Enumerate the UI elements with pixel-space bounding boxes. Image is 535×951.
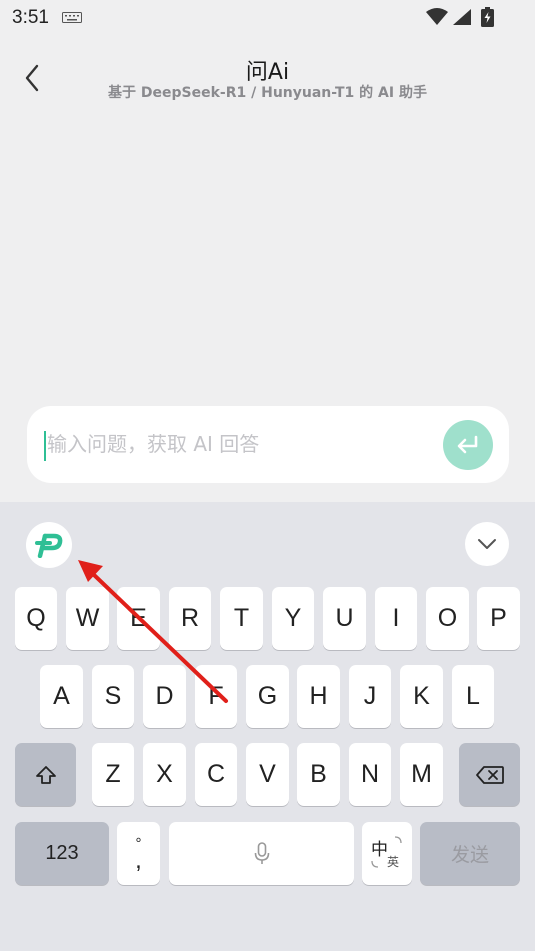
key-x[interactable]: X [143, 743, 186, 806]
keyboard-status-icon [62, 12, 82, 23]
ime-logo-icon [35, 533, 63, 558]
key-e[interactable]: E [117, 587, 160, 650]
chat-area [0, 110, 535, 390]
key-r[interactable]: R [169, 587, 211, 650]
key-u[interactable]: U [323, 587, 366, 650]
punct-bottom: , [135, 846, 142, 874]
page-subtitle: 基于 DeepSeek-R1 / Hunyuan-T1 的 AI 助手 [108, 85, 427, 101]
key-g[interactable]: G [246, 665, 289, 728]
key-i[interactable]: I [375, 587, 417, 650]
ime-logo-button[interactable] [26, 522, 72, 568]
keyboard-send-key[interactable]: 发送 [420, 822, 520, 885]
key-n[interactable]: N [349, 743, 391, 806]
shift-icon [35, 765, 56, 784]
chevron-down-icon [478, 539, 496, 549]
microphone-icon [254, 841, 269, 864]
key-p[interactable]: P [477, 587, 520, 650]
key-q[interactable]: Q [15, 587, 57, 650]
key-w[interactable]: W [66, 587, 109, 650]
numbers-key[interactable]: 123 [15, 822, 109, 885]
status-bar: 3:51 [0, 0, 535, 36]
key-y[interactable]: Y [272, 587, 314, 650]
question-input-box [27, 406, 509, 483]
battery-charging-icon [481, 7, 494, 27]
key-c[interactable]: C [195, 743, 237, 806]
key-l[interactable]: L [452, 665, 494, 728]
key-t[interactable]: T [220, 587, 263, 650]
punctuation-key[interactable]: ° , [117, 822, 160, 885]
signal-icon [453, 9, 471, 25]
question-input[interactable] [47, 424, 427, 464]
text-caret [44, 431, 46, 461]
key-a[interactable]: A [40, 665, 83, 728]
key-v[interactable]: V [246, 743, 289, 806]
send-button[interactable] [443, 420, 493, 470]
key-d[interactable]: D [143, 665, 186, 728]
soft-keyboard: Q W E R T Y U I O P A S D F G H J K L Z … [0, 502, 535, 951]
space-key[interactable] [169, 822, 354, 885]
language-switch-key[interactable]: 中 英 [362, 822, 412, 885]
backspace-key[interactable] [459, 743, 520, 806]
key-b[interactable]: B [297, 743, 340, 806]
key-z[interactable]: Z [92, 743, 134, 806]
keyboard-collapse-button[interactable] [465, 522, 509, 566]
key-j[interactable]: J [349, 665, 391, 728]
switch-arrows-icon [371, 836, 402, 868]
key-k[interactable]: K [400, 665, 443, 728]
key-m[interactable]: M [400, 743, 443, 806]
key-h[interactable]: H [297, 665, 340, 728]
key-o[interactable]: O [426, 587, 469, 650]
key-s[interactable]: S [92, 665, 134, 728]
wifi-icon [426, 8, 448, 25]
enter-arrow-icon [457, 435, 478, 454]
header: 问Ai 基于 DeepSeek-R1 / Hunyuan-T1 的 AI 助手 [0, 40, 535, 110]
shift-key[interactable] [15, 743, 76, 806]
backspace-icon [475, 765, 504, 784]
key-f[interactable]: F [195, 665, 237, 728]
status-time: 3:51 [12, 7, 49, 28]
